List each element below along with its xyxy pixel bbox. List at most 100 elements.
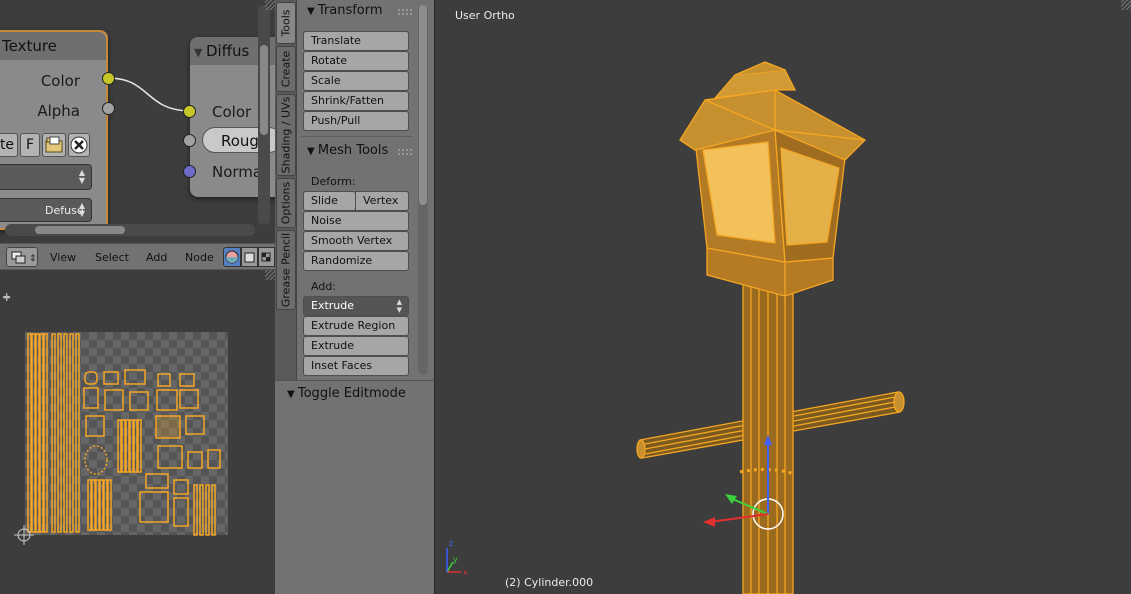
uv-strip — [133, 419, 138, 473]
scrollbar-thumb[interactable] — [419, 5, 427, 205]
randomize-button[interactable]: Randomize — [303, 251, 409, 271]
menu-node[interactable]: Node — [185, 251, 214, 264]
uv-strip — [63, 333, 68, 533]
blender-window: Texture Color Alpha te F ▲ ▼ Defuse ▲ ▼ … — [0, 0, 1131, 594]
uv-strip — [87, 479, 92, 531]
updown-arrows-icon: ▲ ▼ — [78, 168, 85, 185]
uv-image-editor[interactable]: + — [0, 270, 275, 594]
uv-strip — [137, 419, 142, 473]
shrink-fatten-button[interactable]: Shrink/Fatten — [303, 91, 409, 111]
horizontal-scrollbar[interactable] — [5, 224, 255, 236]
collapse-arrow-icon: ▼ — [194, 46, 206, 59]
extrude-dropdown[interactable]: Extrude ▲ ▼ — [303, 296, 409, 316]
inset-faces-button[interactable]: Inset Faces — [303, 356, 409, 376]
push-pull-button[interactable]: Push/Pull — [303, 111, 409, 131]
texture-type-button[interactable] — [241, 247, 258, 267]
tool-shelf-tabs: Tools Create Shading / UVs Options Greas… — [275, 0, 297, 380]
operator-panel-header[interactable]: ▼ Toggle Editmode — [287, 386, 406, 401]
scrollbar-thumb[interactable] — [260, 45, 268, 135]
area-split-corner[interactable] — [265, 0, 275, 10]
uv-strip — [51, 333, 56, 533]
scrollbar-thumb[interactable] — [35, 226, 125, 234]
fake-user-button[interactable]: F — [20, 133, 40, 157]
open-image-button[interactable] — [42, 133, 66, 157]
slide-edge-button[interactable]: Slide Ed — [303, 191, 356, 225]
node-editor-icon: ⇕ — [11, 251, 37, 264]
svg-text:y: y — [453, 555, 458, 564]
tab-tools[interactable]: Tools — [276, 2, 296, 44]
tab-options[interactable]: Options — [276, 178, 296, 228]
menu-add[interactable]: Add — [146, 251, 167, 264]
projection-dropdown[interactable]: ▲ ▼ — [0, 164, 92, 190]
active-object-label: (2) Cylinder.000 — [505, 576, 594, 589]
alpha-output-socket[interactable] — [102, 102, 115, 115]
uv-strip — [95, 479, 100, 531]
uv-islands — [14, 333, 221, 545]
roughness-input-socket[interactable] — [183, 134, 196, 147]
noise-button[interactable]: Noise — [303, 211, 409, 231]
uv-strip — [193, 484, 198, 536]
uv-strip — [129, 419, 134, 473]
tab-grease-pencil[interactable]: Grease Pencil — [276, 230, 296, 310]
panel-drag-grip[interactable] — [398, 9, 412, 15]
uv-strip — [121, 419, 126, 473]
uv-strip — [39, 333, 44, 533]
scale-button[interactable]: Scale — [303, 71, 409, 91]
uv-strip — [57, 333, 62, 533]
normal-input-socket[interactable] — [183, 165, 196, 178]
tab-create[interactable]: Create — [276, 46, 296, 92]
panel-drag-grip[interactable] — [398, 149, 412, 155]
uv-strip — [103, 479, 108, 531]
svg-text:z: z — [449, 539, 453, 548]
extrude-region-button[interactable]: Extrude Region — [303, 316, 409, 336]
add-label: Add: — [311, 280, 337, 293]
color-space-dropdown[interactable]: Defuse ▲ ▼ — [0, 198, 92, 222]
compositing-type-button[interactable] — [258, 247, 275, 267]
tab-shading-uvs[interactable]: Shading / UVs — [276, 94, 296, 176]
uv-strip — [211, 484, 216, 536]
lamp-post-mesh: x y z — [446, 61, 905, 594]
extrude-individual-button[interactable]: Extrude Individual — [303, 336, 409, 370]
deform-label: Deform: — [311, 175, 356, 188]
panel-divider — [301, 136, 413, 137]
material-sphere-icon — [225, 250, 239, 264]
uv-strip — [43, 333, 48, 533]
mesh-tools-panel-header[interactable]: ▼ Mesh Tools — [307, 143, 388, 158]
node-editor[interactable]: Texture Color Alpha te F ▲ ▼ Defuse ▲ ▼ … — [0, 0, 275, 243]
tool-shelf-scrollbar[interactable] — [418, 5, 428, 375]
operator-panel: ▼ Toggle Editmode — [275, 380, 434, 594]
translate-button[interactable]: Translate — [303, 31, 409, 51]
shader-type-button[interactable] — [223, 247, 241, 267]
updown-arrows-icon: ▲ ▼ — [396, 298, 402, 314]
image-texture-node[interactable]: Texture Color Alpha te F ▲ ▼ Defuse ▲ ▼ — [0, 30, 108, 230]
close-icon — [70, 136, 88, 154]
uv-strip — [199, 484, 204, 536]
color-space-value: Defuse — [45, 204, 84, 217]
transform-panel-header[interactable]: ▼ Transform — [307, 3, 383, 18]
uv-strip — [107, 479, 112, 531]
slide-vertex-button[interactable]: Vertex — [355, 191, 409, 211]
checker-icon — [261, 252, 271, 262]
3d-viewport[interactable]: User Ortho x y z (2) Cylinder.000 — [434, 0, 1131, 594]
color-output-socket[interactable] — [102, 72, 115, 85]
uv-strip — [91, 479, 96, 531]
axis-orientation-icon: x y z — [446, 539, 468, 577]
uv-strip — [117, 419, 122, 473]
texture-icon — [244, 252, 255, 263]
add-region-icon[interactable]: + — [2, 292, 11, 303]
image-name-field[interactable]: te — [0, 133, 18, 157]
color-input-socket[interactable] — [183, 105, 196, 118]
smooth-vertex-button[interactable]: Smooth Vertex — [303, 231, 409, 251]
input-normal-label: Norma — [212, 163, 263, 181]
tool-shelf: ▼ Transform Translate Rotate Scale Shrin… — [297, 0, 434, 380]
uv-strip — [27, 333, 32, 533]
editor-type-selector[interactable]: ⇕ — [6, 247, 38, 267]
uv-strip — [75, 333, 80, 533]
menu-select[interactable]: Select — [95, 251, 129, 264]
vertical-scrollbar[interactable] — [258, 5, 270, 225]
collapse-arrow-icon: ▼ — [307, 146, 318, 157]
uv-strip — [35, 333, 40, 533]
menu-view[interactable]: View — [50, 251, 76, 264]
rotate-button[interactable]: Rotate — [303, 51, 409, 71]
unlink-image-button[interactable] — [68, 133, 90, 157]
